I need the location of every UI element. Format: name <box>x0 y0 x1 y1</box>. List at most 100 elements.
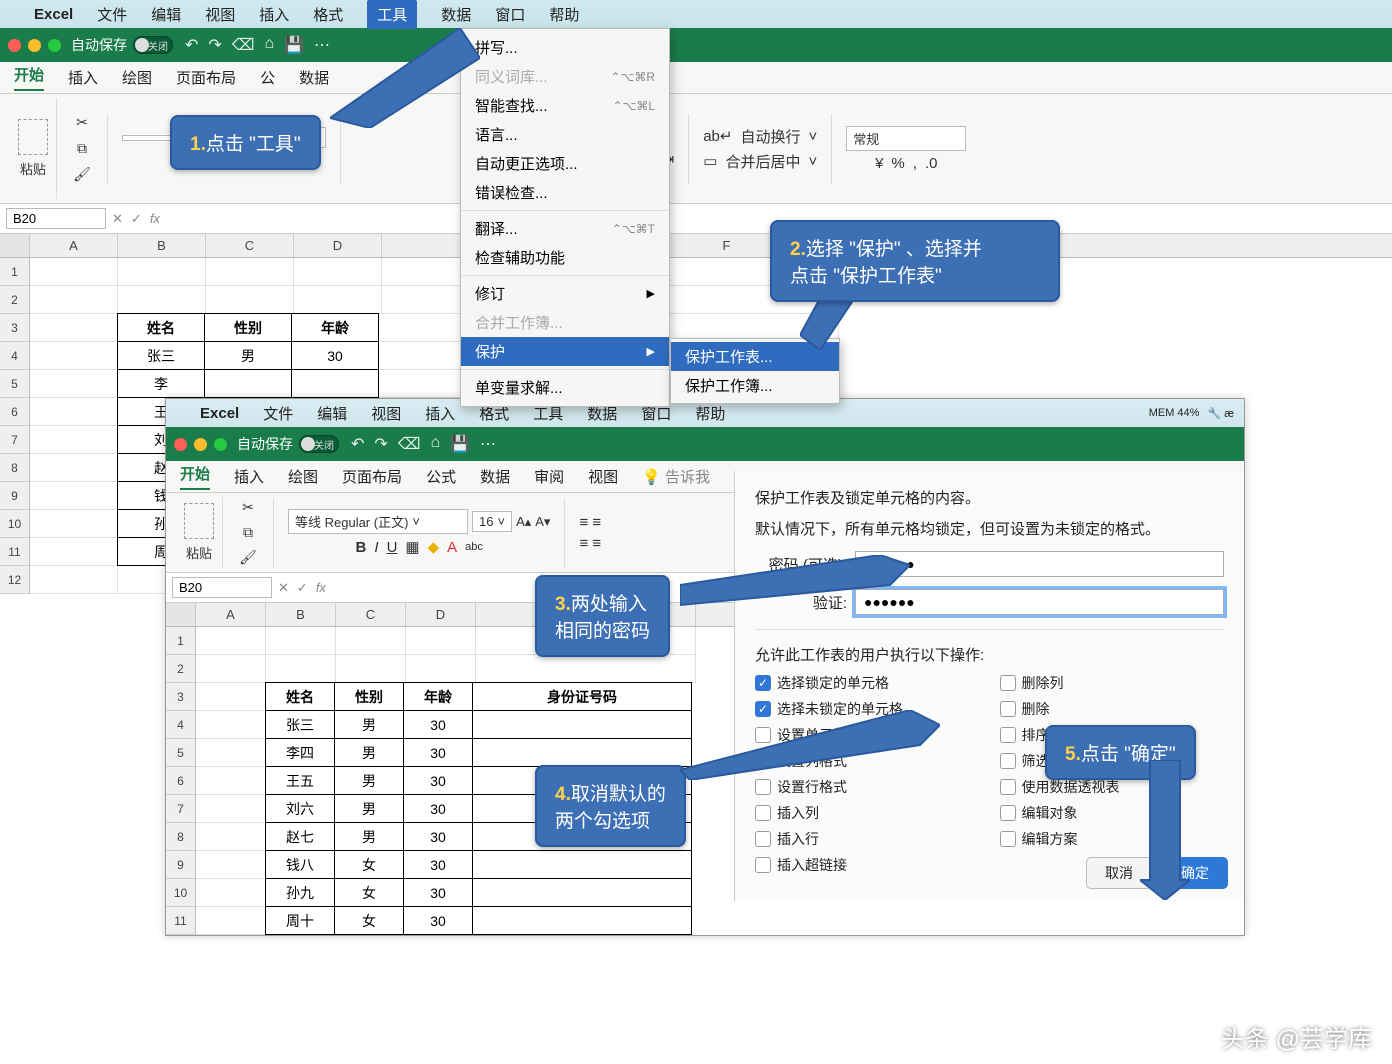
cell[interactable]: 男 <box>334 794 404 823</box>
tab-view[interactable]: 视图 <box>588 466 618 487</box>
cell[interactable]: 30 <box>403 906 473 935</box>
select-all-corner[interactable] <box>0 234 30 257</box>
cell[interactable] <box>406 655 476 683</box>
italic-button[interactable]: I <box>374 539 378 556</box>
cell[interactable]: 女 <box>334 906 404 935</box>
home-icon[interactable]: ⌂ <box>430 434 440 454</box>
cell[interactable]: 女 <box>334 850 404 879</box>
phonetic-button[interactable]: abc <box>465 541 483 553</box>
undo-icon[interactable]: ↶ <box>351 434 364 454</box>
cut-icon[interactable]: ✂ <box>71 112 93 134</box>
more-icon[interactable]: ⋯ <box>314 35 330 55</box>
row-header[interactable]: 5 <box>0 370 30 398</box>
checkbox[interactable] <box>1000 701 1016 717</box>
undo-icon[interactable]: ↶ <box>185 35 198 55</box>
cell[interactable] <box>266 655 336 683</box>
cell[interactable] <box>472 878 692 907</box>
checkbox[interactable] <box>1000 727 1016 743</box>
copy-icon[interactable]: ⧉ <box>237 522 259 543</box>
cell[interactable] <box>30 314 118 342</box>
cell[interactable] <box>472 850 692 879</box>
cell[interactable]: 王五 <box>265 766 335 795</box>
tab-draw[interactable]: 绘图 <box>122 67 152 88</box>
clear-icon[interactable]: ⌫ <box>232 35 255 55</box>
row-header[interactable]: 2 <box>166 655 196 683</box>
menu-item[interactable]: 智能查找...⌃⌥⌘L <box>461 91 669 120</box>
row-header[interactable]: 5 <box>166 739 196 767</box>
cell[interactable]: 姓名 <box>117 313 205 342</box>
menu-view[interactable]: 视图 <box>205 4 235 25</box>
cancel-formula-icon[interactable]: ✕ <box>278 580 289 596</box>
checkbox[interactable] <box>1000 805 1016 821</box>
tab-layout[interactable]: 页面布局 <box>342 466 402 487</box>
menu-help[interactable]: 帮助 <box>549 4 579 25</box>
cell[interactable]: 李四 <box>265 738 335 767</box>
cell[interactable] <box>30 286 118 314</box>
cell[interactable]: 张三 <box>265 710 335 739</box>
row-header[interactable]: 12 <box>0 566 30 594</box>
tellme[interactable]: 💡 告诉我 <box>642 466 710 487</box>
name-box[interactable]: B20 <box>172 577 272 598</box>
password-input[interactable] <box>855 551 1224 577</box>
cell[interactable] <box>294 258 382 286</box>
tab-layout[interactable]: 页面布局 <box>176 67 236 88</box>
cell[interactable]: 年龄 <box>291 313 379 342</box>
cancel-formula-icon[interactable]: ✕ <box>112 211 123 227</box>
menu-item[interactable]: 单变量求解... <box>461 373 669 402</box>
menu-insert[interactable]: 插入 <box>259 4 289 25</box>
checkbox[interactable] <box>755 831 771 847</box>
row-header[interactable]: 9 <box>166 851 196 879</box>
menu-item[interactable]: 语言... <box>461 120 669 149</box>
cell[interactable] <box>472 710 692 739</box>
cell[interactable] <box>472 738 692 767</box>
autosave-toggle[interactable]: 关闭 <box>299 435 339 453</box>
cell[interactable] <box>336 627 406 655</box>
verify-input[interactable] <box>855 589 1224 615</box>
close-icon[interactable] <box>8 39 21 52</box>
menu-item[interactable]: 自动更正选项... <box>461 149 669 178</box>
row-header[interactable]: 6 <box>166 767 196 795</box>
align-icons[interactable]: ≡ ≡ <box>579 535 601 552</box>
tab-data[interactable]: 数据 <box>480 466 510 487</box>
cell[interactable] <box>196 907 266 935</box>
row-header[interactable]: 3 <box>0 314 30 342</box>
cell[interactable] <box>196 711 266 739</box>
tab-formula[interactable]: 公 <box>260 67 275 88</box>
menu-file[interactable]: 文件 <box>97 4 127 25</box>
row-header[interactable]: 6 <box>0 398 30 426</box>
menu-item[interactable]: 拼写... <box>461 33 669 62</box>
cell[interactable]: 女 <box>334 878 404 907</box>
select-all-corner[interactable] <box>166 603 196 626</box>
tab-data[interactable]: 数据 <box>299 67 329 88</box>
align-icons[interactable]: ≡ ≡ <box>579 514 601 531</box>
cell[interactable]: 男 <box>334 710 404 739</box>
checkbox[interactable] <box>1000 753 1016 769</box>
cell[interactable] <box>196 851 266 879</box>
row-header[interactable]: 8 <box>166 823 196 851</box>
tab-draw[interactable]: 绘图 <box>288 466 318 487</box>
col-c[interactable]: C <box>336 603 406 626</box>
menu-format[interactable]: 格式 <box>313 4 343 25</box>
menu-file[interactable]: 文件 <box>263 403 293 424</box>
menu-window[interactable]: 窗口 <box>495 4 525 25</box>
cell[interactable]: 身份证号码 <box>472 682 692 711</box>
cell[interactable]: 30 <box>403 794 473 823</box>
copy-icon[interactable]: ⧉ <box>71 138 93 160</box>
redo-icon[interactable]: ↷ <box>208 35 221 55</box>
col-a[interactable]: A <box>30 234 118 257</box>
menu-edit[interactable]: 编辑 <box>317 403 347 424</box>
tab-home[interactable]: 开始 <box>14 64 44 91</box>
row-header[interactable]: 4 <box>0 342 30 370</box>
row-header[interactable]: 7 <box>0 426 30 454</box>
cell[interactable] <box>206 258 294 286</box>
font-color-button[interactable]: A <box>447 539 457 556</box>
fx-icon[interactable]: fx <box>316 580 326 595</box>
menu-data[interactable]: 数据 <box>441 4 471 25</box>
cell[interactable]: 刘六 <box>265 794 335 823</box>
menu-item[interactable]: 错误检查... <box>461 178 669 207</box>
zoom-icon[interactable] <box>48 39 61 52</box>
cell[interactable] <box>472 906 692 935</box>
traffic-lights[interactable] <box>8 39 61 52</box>
cell[interactable]: 李 <box>117 369 205 398</box>
paste-icon[interactable] <box>184 503 214 539</box>
